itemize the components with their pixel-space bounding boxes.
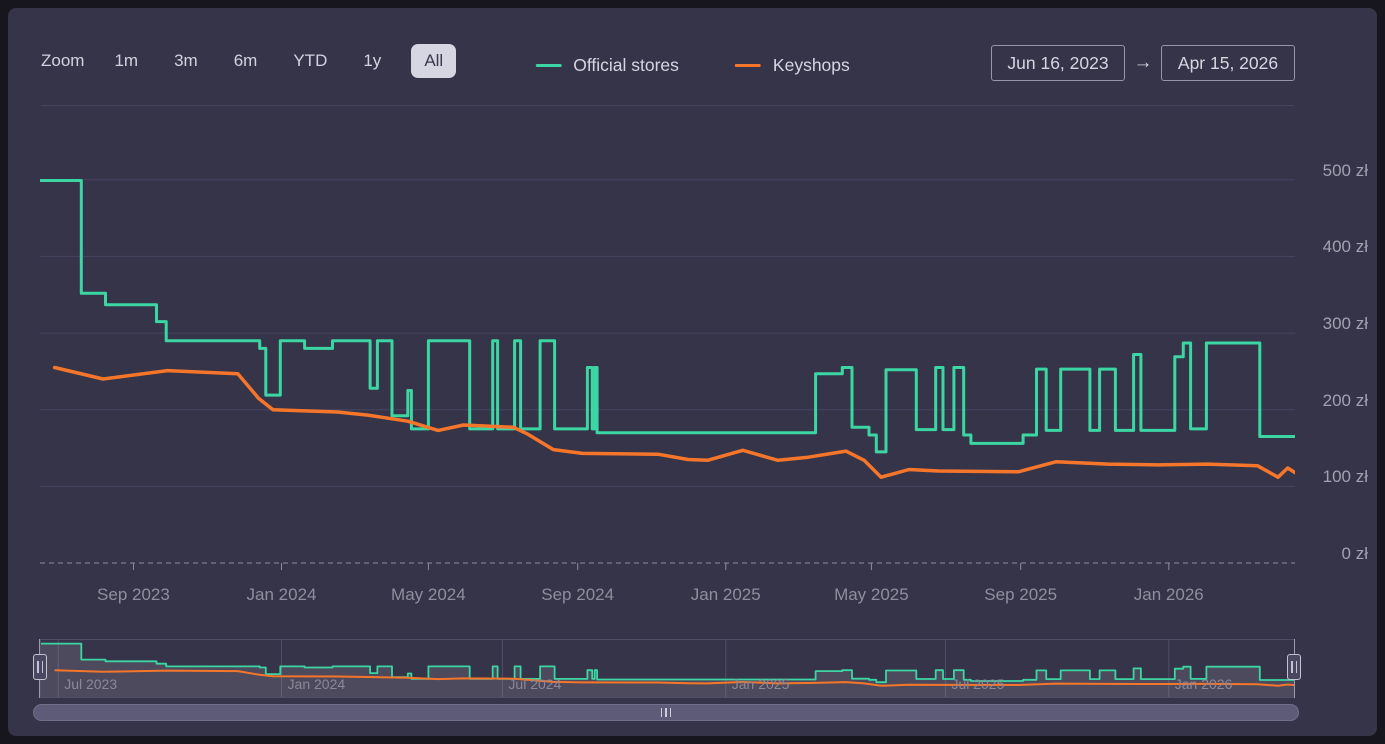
header-separator <box>41 105 1294 106</box>
scrollbar-grip-icon <box>661 708 663 717</box>
date-from-input[interactable]: Jun 16, 2023 <box>991 45 1125 81</box>
zoom-toolbar: Zoom 1m 3m 6m YTD 1y All <box>41 43 456 79</box>
date-range-arrow-icon: → <box>1127 45 1159 81</box>
x-axis-label: May 2025 <box>806 585 936 605</box>
navigator-axis-label: Jul 2024 <box>508 676 561 692</box>
chart-legend: Official stores Keyshops <box>535 55 850 76</box>
range-button-6m[interactable]: 6m <box>228 44 264 78</box>
navigator-left-handle[interactable] <box>33 654 47 680</box>
navigator-axis-label: Jul 2023 <box>64 676 117 692</box>
y-axis-label: 200 zł <box>1300 391 1368 411</box>
navigator-axis-label: Jul 2025 <box>951 676 1004 692</box>
x-axis-label: Jan 2025 <box>661 585 791 605</box>
y-axis-label: 400 zł <box>1300 237 1368 257</box>
legend-item-official-stores[interactable]: Official stores <box>535 55 679 76</box>
navigator-right-handle[interactable] <box>1287 654 1301 680</box>
y-axis-label: 0 zł <box>1300 544 1368 564</box>
date-to-input[interactable]: Apr 15, 2026 <box>1161 45 1295 81</box>
price-history-panel: Zoom 1m 3m 6m YTD 1y All Official stores Keysh… <box>8 8 1377 736</box>
legend-marker-icon <box>535 64 561 68</box>
legend-label: Official stores <box>573 55 679 76</box>
legend-item-keyshops[interactable]: Keyshops <box>735 55 850 76</box>
x-axis-label: Jan 2024 <box>217 585 347 605</box>
range-button-1y[interactable]: 1y <box>357 44 387 78</box>
navigator-chart[interactable] <box>40 639 1295 698</box>
range-button-3m[interactable]: 3m <box>168 44 204 78</box>
range-button-1m[interactable]: 1m <box>108 44 144 78</box>
main-chart-plot[interactable] <box>40 113 1295 570</box>
x-axis-label: Jan 2026 <box>1104 585 1234 605</box>
zoom-label: Zoom <box>41 51 84 71</box>
legend-label: Keyshops <box>773 55 850 76</box>
x-axis-label: Sep 2025 <box>956 585 1086 605</box>
scrollbar-grip-icon <box>665 708 667 717</box>
y-axis-label: 500 zł <box>1300 161 1368 181</box>
horizontal-scrollbar[interactable] <box>33 704 1299 721</box>
legend-marker-icon <box>735 64 761 68</box>
x-axis-label: May 2024 <box>363 585 493 605</box>
scrollbar-grip-icon <box>670 708 672 717</box>
navigator-axis-label: Jan 2026 <box>1175 676 1233 692</box>
x-axis-label: Sep 2024 <box>513 585 643 605</box>
y-axis-label: 100 zł <box>1300 467 1368 487</box>
y-axis-label: 300 zł <box>1300 314 1368 334</box>
range-button-all[interactable]: All <box>411 44 456 78</box>
x-axis-label: Sep 2023 <box>68 585 198 605</box>
navigator-axis-label: Jan 2025 <box>732 676 790 692</box>
navigator-axis-label: Jan 2024 <box>288 676 346 692</box>
range-button-ytd[interactable]: YTD <box>287 44 333 78</box>
